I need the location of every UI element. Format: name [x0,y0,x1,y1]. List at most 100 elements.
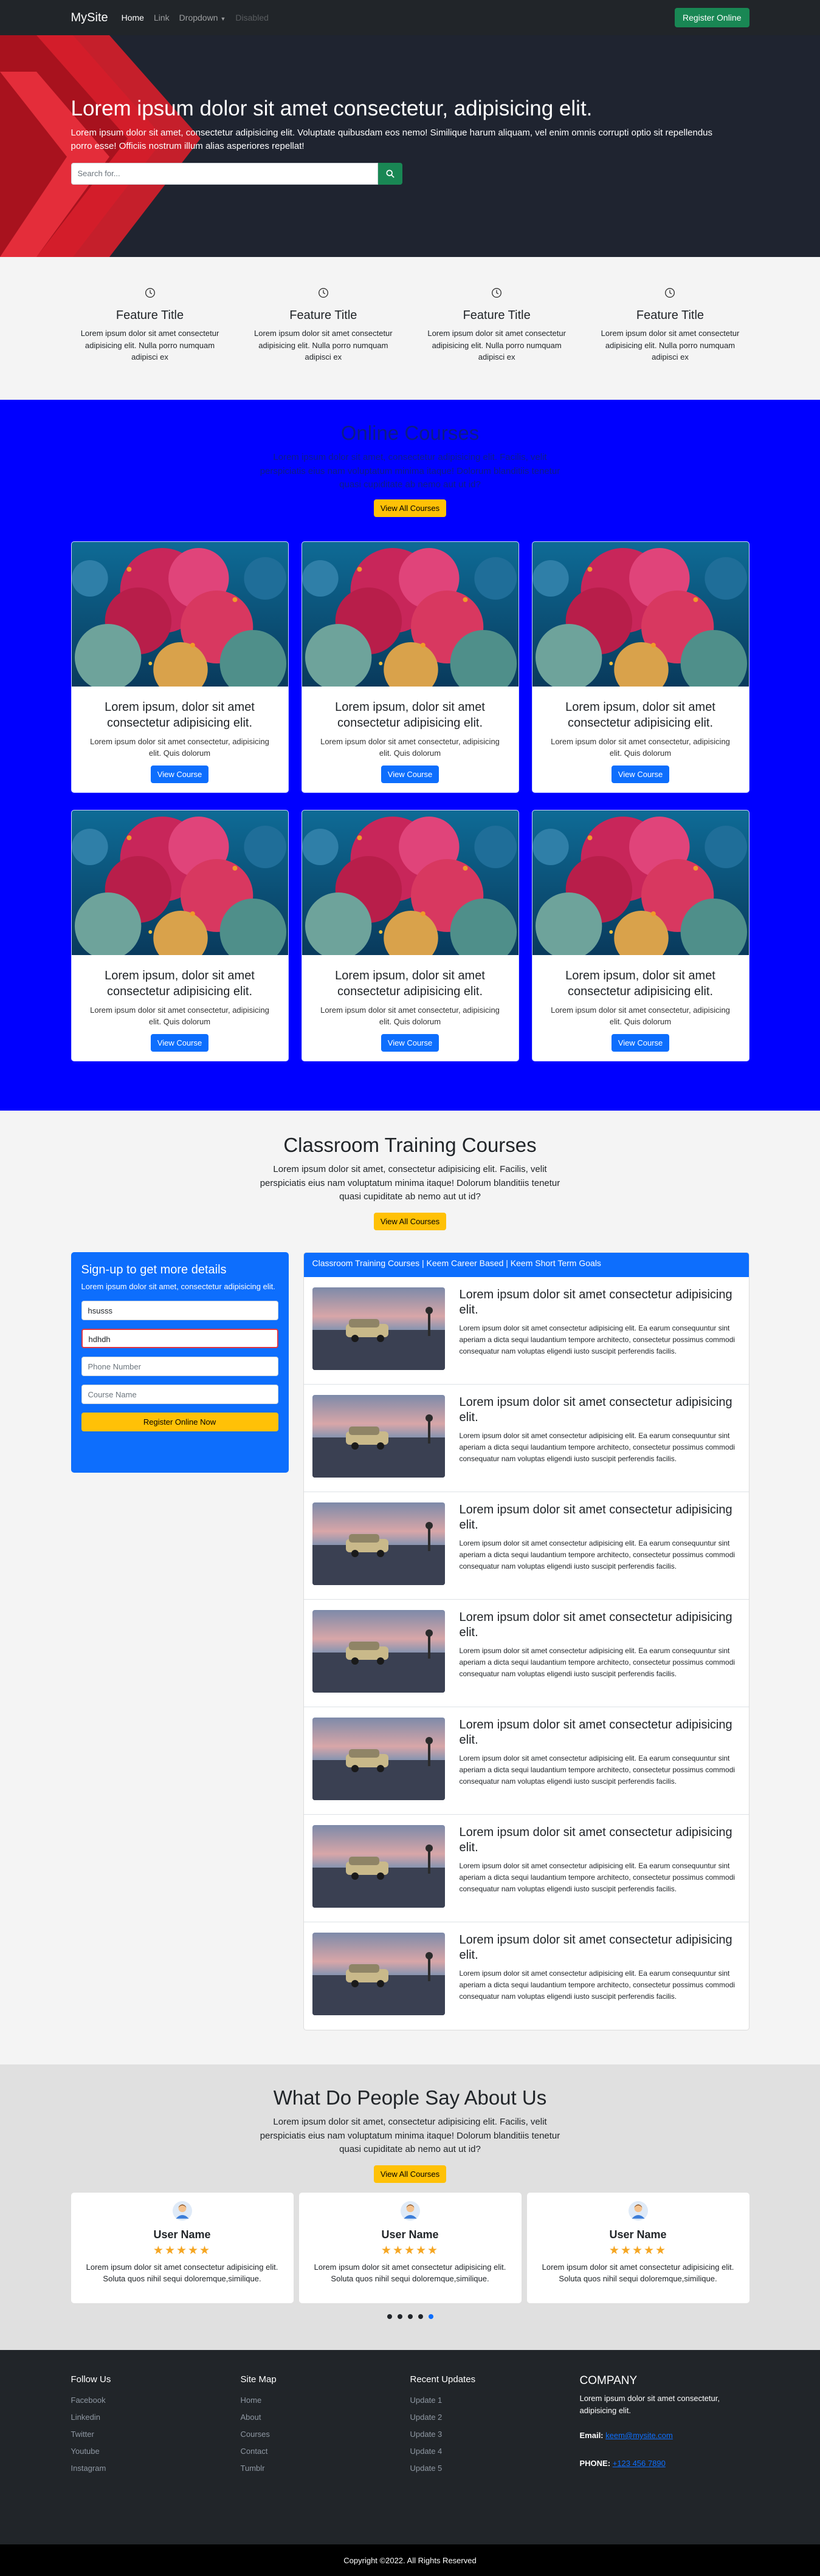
view-all-courses-button[interactable]: View All Courses [373,2165,447,2183]
footer-link-facebook[interactable]: Facebook [71,2392,241,2409]
list-item[interactable]: Lorem ipsum dolor sit amet consectetur a… [303,1385,749,1492]
avatar [173,2201,192,2221]
carousel-dot[interactable] [418,2314,423,2319]
footer-link-courses[interactable]: Courses [241,2426,410,2443]
feature-title: Feature Title [636,309,705,322]
list-item-title: Lorem ipsum dolor sit amet consectetur a… [459,1933,732,1962]
course-card: Lorem ipsum, dolor sit amet consectetur … [71,541,289,793]
list-item[interactable]: Lorem ipsum dolor sit amet consectetur a… [303,1277,749,1385]
testimonial-text: Lorem ipsum dolor sit amet consectetur a… [314,2262,506,2284]
view-all-courses-button[interactable]: View All Courses [373,1212,447,1230]
star-rating: ★★★★★ [608,2244,667,2257]
list-item[interactable]: Lorem ipsum dolor sit amet consectetur a… [303,1815,749,1922]
footer-link-tumblr[interactable]: Tumblr [241,2460,410,2477]
feature-item: Feature Title Lorem ipsum dolor sit amet… [71,287,229,363]
list-item[interactable]: Lorem ipsum dolor sit amet consectetur a… [303,1600,749,1707]
footer-link-contact[interactable]: Contact [241,2443,410,2460]
clock-icon [665,288,675,298]
name-field[interactable]: hsusss [81,1301,278,1320]
star-rating: ★★★★★ [153,2244,212,2257]
nav-link-home[interactable]: Home [122,13,144,22]
view-course-button[interactable]: View Course [381,765,439,783]
feature-title: Feature Title [115,309,184,322]
hero-section: Lorem ipsum dolor sit amet consectetur, … [0,35,820,257]
company-email: Email: keem@mysite.com [580,2427,749,2444]
view-course-button[interactable]: View Course [150,1033,209,1052]
coral-reef-image [532,542,749,687]
footer-link-youtube[interactable]: Youtube [71,2443,241,2460]
classroom-title: Classroom Training Courses [283,1134,537,1156]
search-button[interactable] [377,162,402,185]
list-item-title: Lorem ipsum dolor sit amet consectetur a… [459,1502,732,1532]
footer-link-update[interactable]: Update 4 [410,2443,580,2460]
nav-dropdown-label: Dropdown [179,13,218,22]
online-courses-text: Lorem ipsum dolor sit amet, consectetur … [260,452,560,490]
user-name: User Name [153,2228,211,2241]
car-sunset-image [312,1610,445,1693]
clock-icon [318,288,328,298]
course-card-text: Lorem ipsum dolor sit amet consectetur, … [90,1005,269,1027]
feature-text: Lorem ipsum dolor sit amet consectetur a… [427,329,566,361]
footer-updates: Recent Updates Update 1 Update 2 Update … [410,2374,580,2483]
footer-link-update[interactable]: Update 3 [410,2426,580,2443]
feature-text: Lorem ipsum dolor sit amet consectetur a… [254,329,393,361]
testimonial-card: User Name ★★★★★ Lorem ipsum dolor sit am… [298,2192,522,2303]
course-card-text: Lorem ipsum dolor sit amet consectetur, … [320,1005,500,1027]
search-input[interactable]: Search for... [71,162,378,185]
view-course-button[interactable]: View Course [611,765,670,783]
view-all-courses-button[interactable]: View All Courses [373,499,447,517]
hero-title: Lorem ipsum dolor sit amet consectetur, … [71,97,593,120]
view-course-button[interactable]: View Course [611,1033,670,1052]
car-sunset-image [312,1933,445,2015]
carousel-dot[interactable] [387,2314,392,2319]
carousel-dot-active[interactable] [428,2314,433,2319]
register-online-now-button[interactable]: Register Online Now [81,1413,278,1431]
course-card: Lorem ipsum, dolor sit amet consectetur … [71,809,289,1061]
footer-link-update[interactable]: Update 2 [410,2409,580,2426]
feature-title: Feature Title [463,309,531,322]
course-card: Lorem ipsum, dolor sit amet consectetur … [301,809,519,1061]
star-rating: ★★★★★ [381,2244,439,2257]
footer-link-twitter[interactable]: Twitter [71,2426,241,2443]
nav-link-link[interactable]: Link [154,13,170,22]
footer-link-update[interactable]: Update 5 [410,2460,580,2477]
clock-icon [145,288,155,298]
footer-link-home[interactable]: Home [241,2392,410,2409]
register-online-button[interactable]: Register Online [675,8,749,27]
course-card-title: Lorem ipsum, dolor sit amet consectetur … [105,968,255,998]
course-card-text: Lorem ipsum dolor sit amet consectetur, … [320,736,500,758]
list-item-title: Lorem ipsum dolor sit amet consectetur a… [459,1610,732,1639]
online-courses-section: Online Courses Lorem ipsum dolor sit ame… [0,400,820,1111]
caret-down-icon: ▼ [220,16,226,22]
car-sunset-image [312,1395,445,1478]
list-item[interactable]: Lorem ipsum dolor sit amet consectetur a… [304,1922,749,2030]
course-name-field[interactable]: Course Name [81,1385,278,1404]
user-name: User Name [381,2228,439,2241]
phone-field[interactable]: Phone Number [81,1357,278,1376]
course-card-title: Lorem ipsum, dolor sit amet consectetur … [565,700,715,730]
testimonials-text: Lorem ipsum dolor sit amet, consectetur … [260,2117,560,2154]
car-sunset-image [312,1502,445,1585]
view-course-button[interactable]: View Course [381,1033,439,1052]
view-course-button[interactable]: View Course [150,765,209,783]
footer-link-update[interactable]: Update 1 [410,2392,580,2409]
email-field[interactable]: hdhdh [81,1329,278,1348]
footer-link-instagram[interactable]: Instagram [71,2460,241,2477]
classroom-text: Lorem ipsum dolor sit amet, consectetur … [260,1164,560,1202]
copyright-bar: Copyright ©2022. All Rights Reserved [0,2544,820,2576]
list-item[interactable]: Lorem ipsum dolor sit amet consectetur a… [303,1707,749,1815]
brand-logo[interactable]: MySite [71,11,108,25]
carousel-dot[interactable] [397,2314,402,2319]
email-link[interactable]: keem@mysite.com [605,2431,673,2440]
carousel-dot[interactable] [407,2314,413,2319]
nav-dropdown[interactable]: Dropdown ▼ [179,13,226,22]
footer-link-about[interactable]: About [241,2409,410,2426]
list-item-text: Lorem ipsum dolor sit amet consectetur a… [459,1538,736,1571]
testimonial-text: Lorem ipsum dolor sit amet consectetur a… [542,2262,734,2284]
list-item-title: Lorem ipsum dolor sit amet consectetur a… [459,1825,732,1854]
phone-link[interactable]: +123 456 7890 [613,2459,666,2468]
company-phone: PHONE: +123 456 7890 [580,2455,749,2472]
feature-item: Feature Title Lorem ipsum dolor sit amet… [244,287,402,363]
footer-link-linkedin[interactable]: Linkedin [71,2409,241,2426]
list-item[interactable]: Lorem ipsum dolor sit amet consectetur a… [303,1492,749,1600]
